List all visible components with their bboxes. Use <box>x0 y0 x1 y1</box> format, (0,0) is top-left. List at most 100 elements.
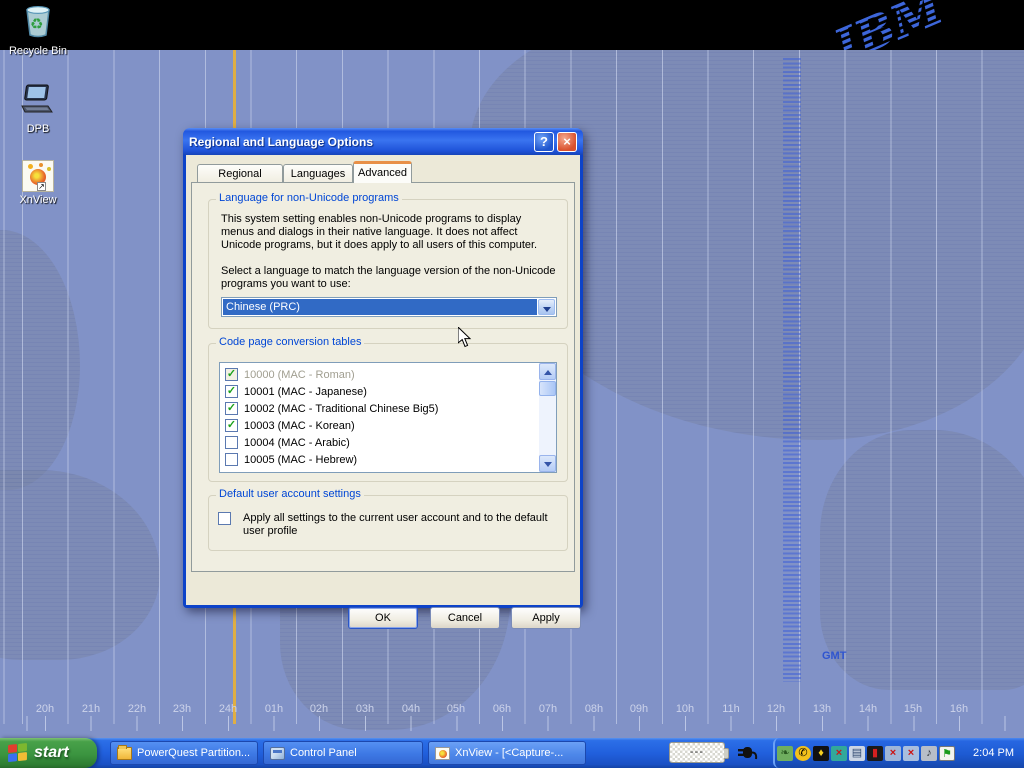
volume-icon[interactable] <box>921 746 937 761</box>
list-item[interactable]: ✓ 10001 (MAC - Japanese) <box>220 383 541 400</box>
list-scrollbar[interactable] <box>539 363 556 472</box>
graphics-utility-icon[interactable] <box>867 746 883 761</box>
tab-regional-options[interactable]: Regional Options <box>197 164 283 183</box>
list-item[interactable]: ✓ 10002 (MAC - Traditional Chinese Big5) <box>220 400 541 417</box>
timezone-ticks <box>0 716 1024 731</box>
checkbox-unchecked[interactable] <box>218 512 231 525</box>
icon-label: Recycle Bin <box>0 45 76 57</box>
tz-label: 02h <box>296 703 342 715</box>
checkbox-unchecked[interactable] <box>225 436 238 449</box>
network-computers-icon[interactable] <box>849 746 865 761</box>
battery-meter[interactable]: --- <box>669 742 725 763</box>
apply-all-settings-label: Apply all settings to the current user a… <box>243 512 561 538</box>
tz-label: 09h <box>616 703 662 715</box>
timezone-scale: 20h 21h 22h 23h 24h 01h 02h 03h 04h 05h … <box>0 703 1024 717</box>
close-button[interactable]: × <box>557 132 577 152</box>
tz-label: 14h <box>845 703 891 715</box>
list-item-label: 10005 (MAC - Hebrew) <box>244 454 357 466</box>
cancel-button[interactable]: Cancel <box>430 607 500 629</box>
list-item-label: 10004 (MAC - Arabic) <box>244 437 350 449</box>
code-page-list[interactable]: ✓ 10000 (MAC - Roman) ✓ 10001 (MAC - Jap… <box>219 362 557 473</box>
windows-flag-icon <box>8 743 28 763</box>
checkbox-checked[interactable]: ✓ <box>225 419 238 432</box>
chevron-down-icon <box>543 307 551 312</box>
group-title: Code page conversion tables <box>216 336 364 348</box>
list-item[interactable]: ✓ 10000 (MAC - Roman) <box>220 366 541 383</box>
power-plug-icon <box>736 744 758 761</box>
list-item[interactable]: 10005 (MAC - Hebrew) <box>220 451 541 468</box>
shortcut-arrow-icon: ↗ <box>37 182 46 191</box>
list-item[interactable]: 10004 (MAC - Arabic) <box>220 434 541 451</box>
desktop-icon-xnview[interactable]: ↗ XnView <box>0 160 76 206</box>
xnview-icon: ↗ <box>22 160 54 192</box>
folder-icon <box>117 747 132 760</box>
list-item[interactable]: ✓ 10003 (MAC - Korean) <box>220 417 541 434</box>
combobox-dropdown-button[interactable] <box>538 299 555 315</box>
group-title: Language for non-Unicode programs <box>216 192 402 204</box>
checkbox-checked[interactable]: ✓ <box>225 402 238 415</box>
desktop-icon-dpb[interactable]: DPB <box>0 82 76 135</box>
tab-advanced[interactable]: Advanced <box>353 161 412 183</box>
tz-label: 22h <box>114 703 160 715</box>
svg-text:♻: ♻ <box>30 16 43 33</box>
taskbar-item-powerquest[interactable]: PowerQuest Partition... <box>110 741 258 765</box>
taskbar-clock[interactable]: 2:04 PM <box>961 747 1024 759</box>
phone-tool-icon[interactable] <box>795 746 811 761</box>
icon-label: DPB <box>0 123 76 135</box>
tz-label: 15h <box>890 703 936 715</box>
tz-label: 13h <box>799 703 845 715</box>
taskbar-item-xnview[interactable]: XnView - [<Capture-... <box>428 741 586 765</box>
group-code-pages: Code page conversion tables ✓ 10000 (MAC… <box>208 343 568 482</box>
tz-label: 12h <box>753 703 799 715</box>
taskbar-item-control-panel[interactable]: Control Panel <box>263 741 423 765</box>
tz-label: 11h <box>708 703 754 715</box>
scroll-down-button[interactable] <box>539 455 556 472</box>
triangle-up-icon <box>544 370 552 375</box>
tz-label: 10h <box>662 703 708 715</box>
help-button[interactable]: ? <box>534 132 554 152</box>
scrollbar-thumb[interactable] <box>539 381 556 396</box>
combobox-selected-value: Chinese (PRC) <box>223 299 537 315</box>
checkbox-checked[interactable]: ✓ <box>225 385 238 398</box>
non-unicode-select-hint: Select a language to match the language … <box>221 265 557 291</box>
wireless-off-icon[interactable] <box>903 746 919 761</box>
task-label: XnView - [<Capture-... <box>455 747 563 759</box>
checkbox-checked-disabled[interactable]: ✓ <box>225 368 238 381</box>
desktop-icon-recycle-bin[interactable]: ♻ Recycle Bin <box>0 4 76 57</box>
tz-label: 20h <box>22 703 68 715</box>
list-item-label: 10002 (MAC - Traditional Chinese Big5) <box>244 403 438 415</box>
desktop-screen: IBM GMT 20h 21h 22h 23h 24h 01h 02h 03h … <box>0 0 1024 768</box>
laptop-icon <box>18 82 58 116</box>
dialog-title: Regional and Language Options <box>189 135 531 149</box>
xnview-icon <box>435 747 450 760</box>
users-offline-icon[interactable] <box>831 746 847 761</box>
tz-label: 03h <box>342 703 388 715</box>
language-combobox[interactable]: Chinese (PRC) <box>221 297 557 317</box>
display-adapter-icon[interactable] <box>777 746 793 761</box>
tab-languages[interactable]: Languages <box>283 164 353 183</box>
apply-button[interactable]: Apply <box>511 607 581 629</box>
ok-button[interactable]: OK <box>348 607 418 629</box>
system-tray: 2:04 PM <box>773 738 1024 768</box>
scheduler-flag-icon[interactable] <box>939 746 955 761</box>
mouse-cursor <box>458 327 472 348</box>
regional-language-options-dialog: Regional and Language Options ? × Region… <box>183 128 583 608</box>
start-button[interactable]: start <box>0 738 97 768</box>
tz-label: 01h <box>251 703 297 715</box>
task-label: PowerQuest Partition... <box>137 747 250 759</box>
tz-label: 16h <box>936 703 982 715</box>
checkbox-unchecked[interactable] <box>225 453 238 466</box>
control-panel-icon <box>270 747 285 760</box>
tz-label: 24h <box>205 703 251 715</box>
dialog-titlebar[interactable]: Regional and Language Options ? × <box>183 128 583 155</box>
scroll-up-button[interactable] <box>539 363 556 380</box>
recycle-bin-icon: ♻ <box>21 4 55 38</box>
group-default-account: Default user account settings Apply all … <box>208 495 568 551</box>
security-alert-icon[interactable] <box>813 746 829 761</box>
start-label: start <box>34 744 69 762</box>
list-item-label: 10001 (MAC - Japanese) <box>244 386 367 398</box>
tz-label: 05h <box>433 703 479 715</box>
network-disconnected-icon[interactable] <box>885 746 901 761</box>
list-item-label: 10003 (MAC - Korean) <box>244 420 355 432</box>
tz-label: 21h <box>68 703 114 715</box>
